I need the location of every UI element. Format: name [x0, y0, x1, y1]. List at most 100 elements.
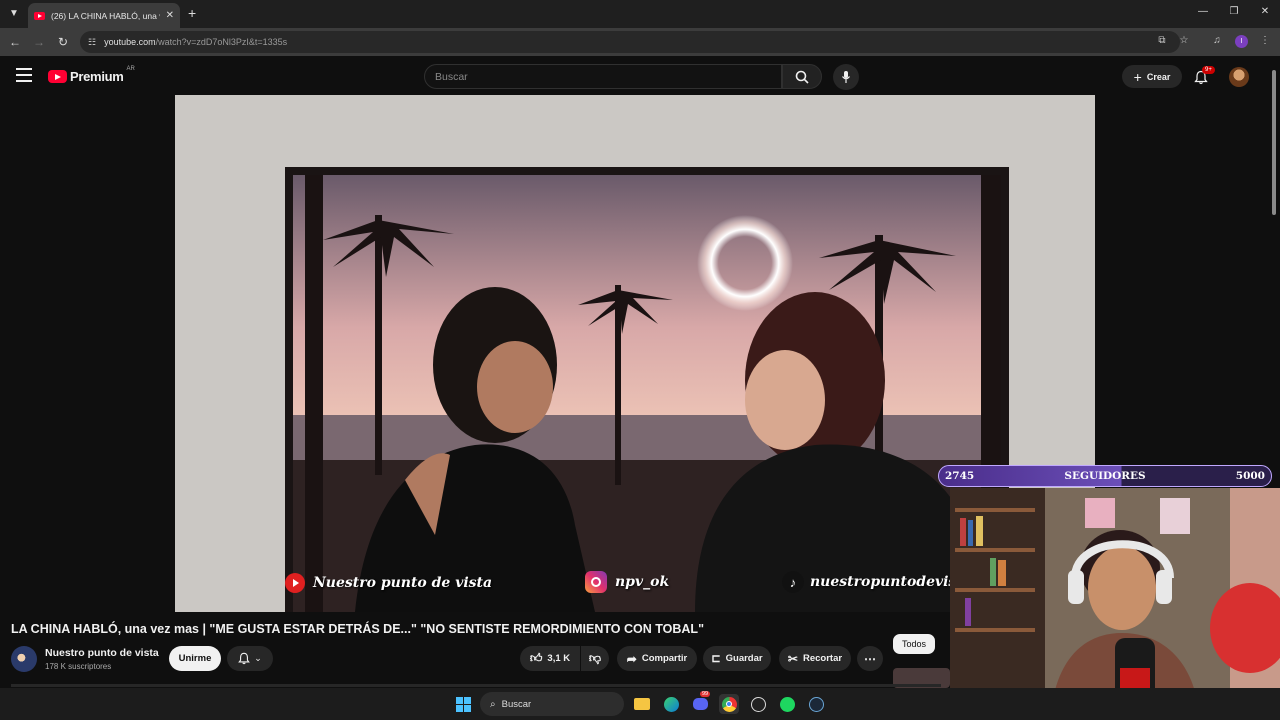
tiktok-logo-icon: ♪ [782, 571, 804, 593]
join-button[interactable]: Unirme [169, 646, 221, 671]
minimize-button[interactable]: — [1193, 6, 1213, 17]
youtube-premium-logo[interactable]: Premium AR [48, 65, 135, 84]
browser-toolbar: ← → ↻ ☷ youtube.com/watch?v=zdD7oNl3PzI&… [0, 28, 1280, 56]
discord-badge: 99 [700, 691, 711, 697]
forward-button[interactable]: → [31, 34, 47, 50]
page-scrollbar-thumb[interactable] [1272, 70, 1276, 215]
tab-title: (26) LA CHINA HABLÓ, una vez mas | "ME G… [51, 10, 160, 21]
logo-wordmark: Premium [70, 69, 124, 84]
followers-current: 2745 [945, 470, 975, 482]
country-code: AR [126, 65, 135, 72]
thumbs-down-icon: 👎︎ [588, 651, 602, 665]
search-icon [795, 70, 809, 84]
youtube-header: Premium AR + Crear [0, 56, 1280, 96]
close-window-button[interactable]: ✕ [1255, 6, 1275, 17]
search-icon: ⌕ [490, 698, 496, 710]
create-button[interactable]: + Crear [1122, 65, 1182, 88]
create-label: Crear [1146, 71, 1171, 82]
followers-goal-bar: 2745 SEGUIDORES 5000 [938, 465, 1272, 487]
youtube-favicon-icon [34, 11, 45, 20]
steam-app[interactable] [806, 694, 826, 714]
share-label: Compartir [641, 653, 688, 664]
hamburger-menu-icon[interactable] [16, 68, 32, 82]
share-arrow-icon: ➦ [626, 651, 637, 666]
notification-count-badge: 9+ [1202, 66, 1215, 74]
plus-icon: + [1133, 68, 1142, 85]
profile-avatar-icon[interactable]: I [1235, 35, 1248, 48]
youtube-logo-icon [285, 573, 305, 593]
windows-start-button[interactable] [453, 694, 473, 714]
filter-chip-all[interactable]: Todos [893, 634, 935, 654]
bookmark-star-icon[interactable]: ☆ [1176, 35, 1192, 46]
site-info-icon[interactable]: ☷ [88, 37, 96, 48]
youtube-play-logo-icon [48, 70, 67, 83]
address-bar[interactable]: ☷ youtube.com/watch?v=zdD7oNl3PzI&t=1335… [80, 31, 1180, 53]
overlay-youtube-handle: Nuestro punto de vista [285, 573, 492, 593]
browser-tab-strip: ▼ (26) LA CHINA HABLÓ, una vez mas | "ME… [0, 0, 1280, 28]
webcam-image [950, 488, 1280, 720]
discord-icon [692, 698, 708, 710]
like-button[interactable]: 👍︎ 3,1 K [520, 646, 580, 671]
video-title: LA CHINA HABLÓ, una vez mas | "ME GUSTA … [11, 622, 704, 636]
overlay-tiktok-text: nuestropuntodevista [810, 574, 972, 590]
description-divider [11, 684, 941, 687]
obs-icon [750, 696, 766, 712]
media-control-icon[interactable]: ♫ [1209, 35, 1225, 46]
spotify-icon [779, 696, 795, 712]
search-input[interactable] [435, 70, 781, 83]
save-label: Guardar [725, 653, 763, 664]
url-text: youtube.com/watch?v=zdD7oNl3PzI&t=1335s [104, 37, 288, 47]
new-tab-button[interactable]: + [188, 5, 196, 21]
chevron-down-icon: ⌄ [254, 653, 262, 663]
overlay-tiktok-handle: ♪ nuestropuntodevista [782, 571, 972, 593]
account-avatar[interactable] [1229, 67, 1249, 87]
microphone-icon [842, 71, 850, 83]
windows-taskbar: ⌕ Buscar 99 [0, 688, 1280, 720]
clip-label: Recortar [802, 653, 843, 664]
clip-button[interactable]: ✂ Recortar [779, 646, 851, 671]
active-tab[interactable]: (26) LA CHINA HABLÓ, una vez mas | "ME G… [28, 3, 180, 28]
save-button[interactable]: ⊏ Guardar [703, 646, 771, 671]
dislike-button[interactable]: 👎︎ [581, 646, 609, 671]
thumbs-up-icon: 👍︎ [529, 651, 543, 665]
tab-search-button[interactable]: ▼ [6, 5, 22, 21]
menu-kebab-icon[interactable]: ⋮ [1257, 35, 1273, 46]
chrome-icon [721, 696, 737, 712]
like-count: 3,1 K [547, 653, 571, 664]
channel-name[interactable]: Nuestro punto de vista [45, 647, 159, 659]
search-button[interactable] [782, 64, 822, 89]
overlay-instagram-handle: npv_ok [585, 571, 669, 593]
channel-subscriber-count: 178 K suscriptores [45, 662, 112, 671]
bell-icon [238, 652, 251, 665]
tab-close-icon[interactable]: ✕ [166, 10, 174, 21]
followers-label: SEGUIDORES [1064, 470, 1146, 482]
subscription-bell-button[interactable]: ⌄ [227, 646, 273, 671]
share-button[interactable]: ➦ Compartir [617, 646, 697, 671]
spotify-app[interactable] [777, 694, 797, 714]
obs-app[interactable] [748, 694, 768, 714]
reload-button[interactable]: ↻ [55, 34, 71, 50]
back-button[interactable]: ← [7, 34, 23, 50]
windows-logo-icon [455, 696, 471, 712]
edge-app[interactable] [661, 694, 681, 714]
steam-icon [808, 696, 824, 712]
chrome-app[interactable] [719, 694, 739, 714]
taskbar-search-label: Buscar [501, 698, 532, 710]
folder-icon [634, 698, 650, 710]
more-horizontal-icon: ⋯ [864, 651, 876, 666]
file-explorer-app[interactable] [632, 694, 652, 714]
search-field[interactable] [424, 64, 782, 89]
install-app-icon[interactable]: ⧉ [1154, 35, 1170, 46]
edge-icon [663, 696, 679, 712]
restore-button[interactable]: ❐ [1224, 6, 1244, 17]
channel-avatar[interactable] [11, 646, 37, 672]
overlay-youtube-text: Nuestro punto de vista [313, 575, 493, 591]
more-actions-button[interactable]: ⋯ [857, 646, 883, 671]
taskbar-search[interactable]: ⌕ Buscar [480, 692, 624, 716]
instagram-logo-icon [585, 571, 607, 593]
voice-search-button[interactable] [833, 64, 859, 90]
overlay-instagram-text: npv_ok [615, 574, 670, 590]
bookmark-icon: ⊏ [711, 653, 721, 665]
discord-app[interactable]: 99 [690, 691, 711, 714]
scissors-icon: ✂ [787, 651, 798, 666]
